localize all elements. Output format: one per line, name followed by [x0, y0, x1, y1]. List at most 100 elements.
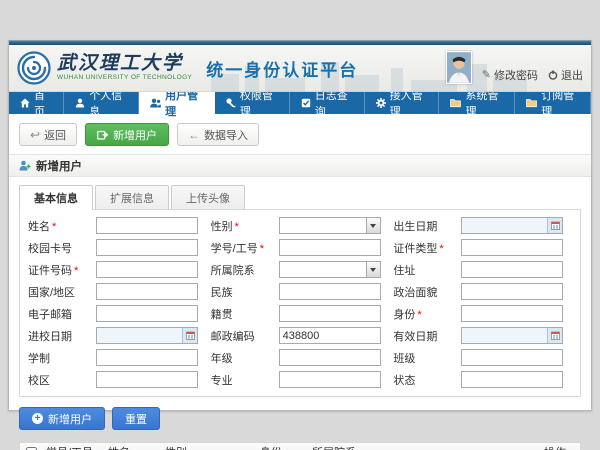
submit-add-user-button[interactable]: + 新增用户: [19, 407, 105, 430]
logout-link[interactable]: 退出: [548, 67, 583, 83]
postal-code-input[interactable]: [279, 327, 381, 344]
add-user-toolbar-button[interactable]: 新增用户: [85, 123, 169, 146]
campus-card-input[interactable]: [96, 239, 198, 256]
tab-basic-info[interactable]: 基本信息: [19, 185, 93, 210]
university-name-cn: 武汉理工大学: [57, 54, 192, 73]
form-field: 证件号码*: [28, 261, 207, 278]
pencil-icon: ✎: [482, 68, 491, 81]
tab-extended-info[interactable]: 扩展信息: [95, 185, 169, 209]
calendar-icon[interactable]: [547, 218, 562, 233]
id-number-input[interactable]: [96, 261, 198, 278]
import-arrow-icon: ←: [188, 129, 200, 141]
user-icon: [75, 98, 85, 108]
form-field: 性别*: [211, 217, 390, 234]
nav-item-home[interactable]: 首页: [9, 92, 64, 114]
address-input[interactable]: [461, 261, 563, 278]
class-input[interactable]: [461, 349, 563, 366]
email-input[interactable]: [96, 305, 198, 322]
col-gender: 性别: [161, 444, 256, 450]
form-field: 籍贯: [211, 305, 390, 322]
user-avatar[interactable]: [446, 51, 472, 84]
name-input[interactable]: [96, 217, 198, 234]
chevron-down-icon[interactable]: [366, 218, 380, 233]
main-nav: 首页 个人信息 用户管理 权限管理 日志查询 接入管理 系统管理 订阅管理: [9, 92, 591, 114]
status-input[interactable]: [461, 371, 563, 388]
form-field: 有效日期: [393, 327, 572, 344]
form-field: 所属院系: [211, 261, 390, 278]
folder-icon: [450, 98, 461, 108]
ethnicity-input[interactable]: [279, 283, 381, 300]
form-field: 进校日期: [28, 327, 207, 344]
campus-input[interactable]: [96, 371, 198, 388]
calendar-icon[interactable]: [182, 328, 197, 343]
nav-item-log-query[interactable]: 日志查询: [290, 92, 365, 114]
form-field: 身份*: [393, 305, 572, 322]
form-field: 出生日期: [393, 217, 572, 234]
nav-item-user-management[interactable]: 用户管理: [139, 92, 215, 114]
form-field: 班级: [393, 349, 572, 366]
back-button[interactable]: ↩ 返回: [19, 123, 77, 146]
tab-strip: 基本信息 扩展信息 上传头像: [9, 177, 591, 209]
form-field: 年级: [211, 349, 390, 366]
student-id-input[interactable]: [279, 239, 381, 256]
university-logo-icon: [17, 51, 51, 85]
form-field: 邮政编码: [211, 327, 390, 344]
col-operation: 操作: [540, 444, 580, 450]
nav-item-access-management[interactable]: 接入管理: [365, 92, 440, 114]
col-department: 所属院系: [308, 444, 540, 450]
grade-input[interactable]: [279, 349, 381, 366]
form-field: 政治面貌: [393, 283, 572, 300]
reset-button[interactable]: 重置: [112, 407, 160, 430]
key-icon: [226, 98, 236, 108]
chevron-down-icon[interactable]: [366, 262, 380, 277]
form-field: 校区: [28, 371, 207, 388]
log-check-icon: [301, 98, 311, 108]
form-field: 状态: [393, 371, 572, 388]
tab-upload-avatar[interactable]: 上传头像: [171, 185, 245, 209]
id-type-input[interactable]: [461, 239, 563, 256]
col-name: 姓名: [104, 444, 161, 450]
form-grid: 姓名* 性别* 出生日期 校园卡号 学号/工号* 证件类型* 证件号码* 所属院…: [28, 217, 572, 388]
form-field: 专业: [211, 371, 390, 388]
form-actions: + 新增用户 重置: [9, 397, 591, 440]
form-field: 校园卡号: [28, 239, 207, 256]
section-title: 新增用户: [36, 158, 82, 174]
change-password-label: 修改密码: [494, 67, 538, 83]
col-identity: 身份: [256, 444, 308, 450]
form-field: 国家/地区: [28, 283, 207, 300]
gear-icon: [376, 98, 386, 108]
nav-item-permission-management[interactable]: 权限管理: [215, 92, 290, 114]
calendar-icon[interactable]: [547, 328, 562, 343]
nav-item-personal-info[interactable]: 个人信息: [64, 92, 139, 114]
data-import-button[interactable]: ← 数据导入: [177, 123, 259, 146]
political-status-input[interactable]: [461, 283, 563, 300]
basic-info-panel: 姓名* 性别* 出生日期 校园卡号 学号/工号* 证件类型* 证件号码* 所属院…: [19, 209, 581, 397]
major-input[interactable]: [279, 371, 381, 388]
nav-item-subscription-management[interactable]: 订阅管理: [515, 92, 591, 114]
form-field: 学制: [28, 349, 207, 366]
nav-item-system-management[interactable]: 系统管理: [439, 92, 515, 114]
section-header: 新增用户: [9, 154, 591, 177]
identity-input[interactable]: [461, 305, 563, 322]
university-name-en: WUHAN UNIVERSITY OF TECHNOLOGY: [57, 75, 192, 82]
logout-label: 退出: [561, 67, 583, 83]
form-field: 住址: [393, 261, 572, 278]
plus-circle-icon: +: [32, 413, 43, 424]
toolbar: ↩ 返回 新增用户 ← 数据导入: [9, 114, 591, 154]
form-field: 电子邮箱: [28, 305, 207, 322]
select-all-checkbox[interactable]: [26, 447, 37, 450]
native-place-input[interactable]: [279, 305, 381, 322]
country-input[interactable]: [96, 283, 198, 300]
platform-title: 统一身份认证平台: [206, 56, 358, 81]
form-field: 证件类型*: [393, 239, 572, 256]
col-student-id: 学号/工号: [42, 444, 104, 450]
schooling-length-input[interactable]: [96, 349, 198, 366]
home-icon: [20, 98, 30, 108]
form-field: 民族: [211, 283, 390, 300]
user-table: 学号/工号 姓名 性别 身份 所属院系 操作: [19, 442, 581, 450]
change-password-link[interactable]: ✎ 修改密码: [482, 67, 538, 83]
add-user-section-icon: [19, 160, 31, 171]
table-header-row: 学号/工号 姓名 性别 身份 所属院系 操作: [20, 443, 580, 450]
form-field: 学号/工号*: [211, 239, 390, 256]
header: 武汉理工大学 WUHAN UNIVERSITY OF TECHNOLOGY 统一…: [9, 45, 591, 92]
